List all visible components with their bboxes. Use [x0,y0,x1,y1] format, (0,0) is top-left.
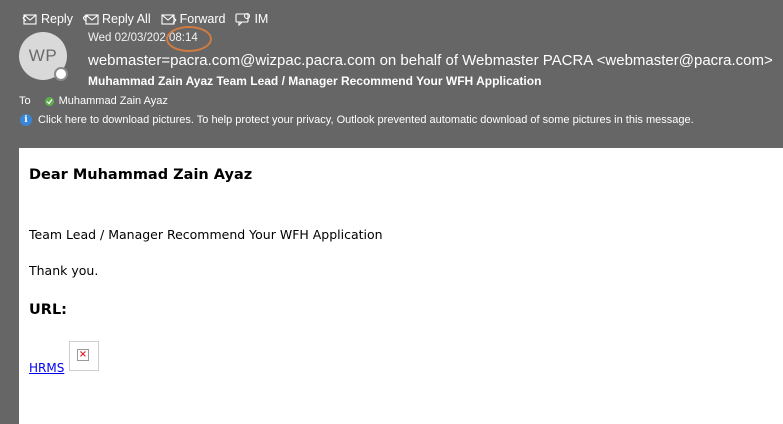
forward-label: Forward [179,12,226,26]
im-button[interactable]: IM [235,12,268,26]
blocked-image-placeholder[interactable]: × [69,341,99,371]
forward-icon [161,14,176,25]
forward-button[interactable]: Forward [161,12,226,26]
info-icon: i [20,114,32,126]
online-status-icon [44,96,54,106]
im-label: IM [254,12,269,26]
broken-image-icon: × [77,349,89,361]
message-date: Wed 02/03/202 08:14 [88,32,198,44]
message-body: Dear Muhammad Zain Ayaz Team Lead / Mana… [19,148,783,424]
sender-address[interactable]: webmaster=pacra.com@wizpac.pacra.com on … [88,52,773,69]
date-text: Wed 02/03/202 [88,32,166,44]
presence-status-icon [54,67,68,81]
im-icon [235,12,251,26]
reply-all-button[interactable]: Reply All [82,12,151,26]
to-label: To [19,95,31,107]
time-text: 08:14 [169,32,198,44]
hrms-link[interactable]: HRMS [29,361,64,375]
recipient-row: To Muhammad Zain Ayaz [19,95,168,107]
download-pictures-infobar[interactable]: i Click here to download pictures. To he… [20,114,694,126]
body-line: Team Lead / Manager Recommend Your WFH A… [29,227,383,242]
url-label: URL: [29,302,67,318]
message-toolbar: Reply Reply All Forward IM [22,9,278,29]
reply-icon [22,14,37,25]
avatar-initials: WP [28,46,58,65]
greeting: Dear Muhammad Zain Ayaz [29,167,253,183]
message-subject: Muhammad Zain Ayaz Team Lead / Manager R… [88,74,542,88]
reply-all-label: Reply All [101,12,151,26]
recipient-name[interactable]: Muhammad Zain Ayaz [59,95,168,107]
reply-label: Reply [41,12,73,26]
body-closing: Thank you. [29,263,99,278]
reply-all-icon [82,14,99,25]
reply-button[interactable]: Reply [22,12,73,26]
infobar-text: Click here to download pictures. To help… [38,114,694,126]
